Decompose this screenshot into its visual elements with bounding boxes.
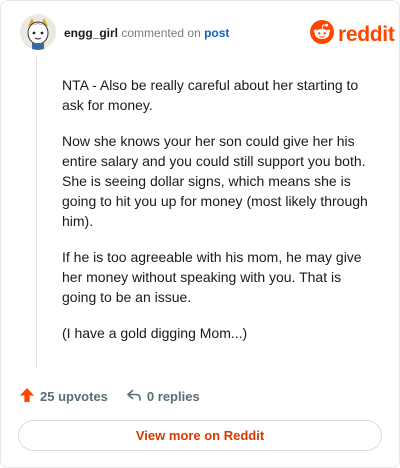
reply-arrow-icon [126, 387, 142, 406]
reddit-brand-link[interactable]: reddit [310, 20, 395, 49]
comment-paragraph: If he is too agreeable with his mom, he … [62, 249, 362, 305]
avatar[interactable] [20, 14, 56, 50]
comment-header: engg_girl commented on post [64, 25, 229, 41]
reddit-logo-icon [310, 20, 334, 49]
commented-on-text: commented on [121, 26, 201, 40]
reply-button[interactable]: 0 replies [126, 387, 200, 406]
comment-paragraph: Now she knows your her son could give he… [62, 133, 368, 229]
upvote-arrow-icon [19, 387, 35, 406]
thread-line [36, 56, 37, 369]
comment-paragraph: NTA - Also be really careful about her s… [62, 77, 359, 113]
comment-embed-card: engg_girl commented on post reddit NTA -… [0, 0, 400, 468]
reply-count: 0 replies [146, 389, 200, 404]
view-more-button[interactable]: View more on Reddit [18, 420, 382, 451]
reddit-wordmark: reddit [338, 22, 395, 46]
post-link[interactable]: post [204, 26, 229, 40]
upvote-button[interactable]: 25 upvotes [19, 387, 108, 406]
username-link[interactable]: engg_girl [64, 26, 118, 40]
comment-actions: 25 upvotes 0 replies [19, 387, 200, 406]
upvote-count: 25 upvotes [40, 389, 108, 404]
comment-body: NTA - Also be really careful about her s… [62, 75, 378, 359]
comment-paragraph: (I have a gold digging Mom...) [62, 325, 248, 341]
